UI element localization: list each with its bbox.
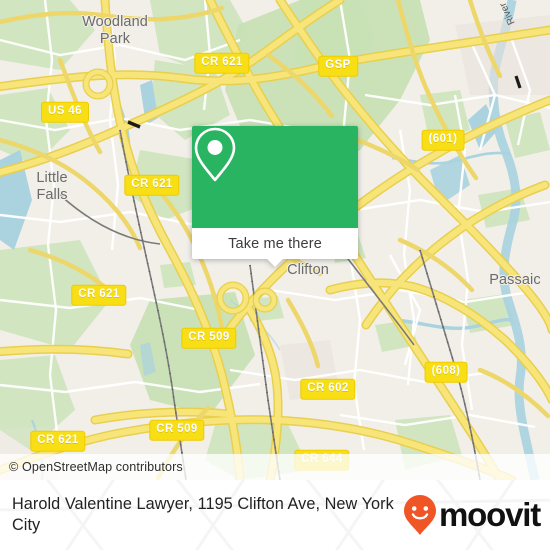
take-me-there-button[interactable]: Take me there	[192, 228, 358, 267]
road-shield-cr509-b: CR 509	[149, 419, 205, 441]
location-title: Harold Valentine Lawyer, 1195 Clifton Av…	[12, 494, 394, 535]
road-shield-cr621-c: CR 621	[71, 284, 127, 306]
road-shield-us46: US 46	[41, 101, 89, 123]
map-canvas[interactable]: Woodland Park Little Falls Clifton Passa…	[0, 0, 550, 480]
road-shield-cr621-a: CR 621	[194, 52, 250, 74]
road-shield-cr621-b: CR 621	[124, 174, 180, 196]
moovit-logo[interactable]: moovit	[403, 494, 541, 536]
footer-content: Harold Valentine Lawyer, 1195 Clifton Av…	[0, 480, 550, 550]
road-shield-cr509-a: CR 509	[181, 327, 237, 349]
popup-image-panel	[192, 126, 358, 228]
popup-pointer-tail	[266, 258, 284, 267]
moovit-wordmark: moovit	[439, 495, 541, 533]
map-pin-icon	[194, 127, 236, 182]
road-shield-cr602: CR 602	[300, 378, 356, 400]
map-screenshot: Woodland Park Little Falls Clifton Passa…	[0, 0, 550, 550]
map-attribution[interactable]: © OpenStreetMap contributors	[0, 454, 550, 480]
take-me-there-label: Take me there	[228, 235, 322, 252]
moovit-pin-icon	[404, 495, 437, 535]
footer-bar: Harold Valentine Lawyer, 1195 Clifton Av…	[0, 480, 550, 550]
road-shield-601: (601)	[421, 129, 465, 151]
road-shield-cr621-d: CR 621	[30, 430, 86, 452]
location-popup-card[interactable]: Take me there	[192, 126, 358, 267]
road-shield-gsp: GSP	[318, 55, 358, 77]
attribution-text: © OpenStreetMap contributors	[9, 460, 183, 474]
road-shield-608: (608)	[424, 361, 468, 383]
